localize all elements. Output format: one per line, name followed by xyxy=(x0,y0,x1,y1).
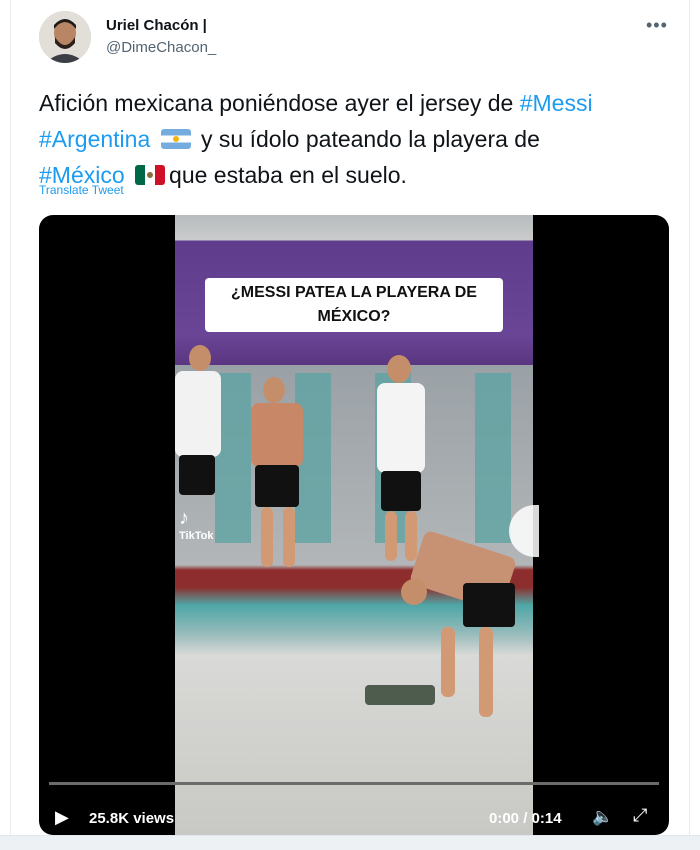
side-overlay-button xyxy=(509,505,539,557)
page-bottom-bar xyxy=(0,835,700,850)
avatar-image xyxy=(39,11,91,63)
video-progress-bar[interactable] xyxy=(49,782,659,785)
avatar[interactable] xyxy=(39,11,91,63)
tweet-card: Uriel Chacón | @DimeChacon_ ••• Afición … xyxy=(10,0,690,835)
hashtag-messi[interactable]: #Messi xyxy=(520,90,593,116)
video-overlay-caption: ¿MESSI PATEA LA PLAYERA DE MÉXICO? xyxy=(205,278,503,332)
author-name[interactable]: Uriel Chacón | xyxy=(106,17,207,34)
mexico-flag-icon xyxy=(135,165,166,185)
volume-icon[interactable]: 🔈 xyxy=(592,807,613,827)
translate-tweet-link[interactable]: Translate Tweet xyxy=(39,183,124,197)
fullscreen-icon[interactable]: ⤢ xyxy=(633,805,647,826)
tiktok-watermark: ♪ TikTok xyxy=(179,507,213,542)
play-icon[interactable]: ▶ xyxy=(55,807,69,828)
tiktok-label: TikTok xyxy=(179,530,214,542)
argentina-flag-icon xyxy=(160,129,191,149)
video-time: 0:00 / 0:14 xyxy=(489,810,562,827)
locker xyxy=(475,373,511,543)
tiktok-logo-icon: ♪ xyxy=(179,507,189,529)
tweet-text-segment: que estaba en el suelo. xyxy=(169,162,407,188)
hashtag-argentina[interactable]: #Argentina xyxy=(39,126,150,152)
views-count: 25.8K views xyxy=(89,810,175,827)
video-player[interactable]: ¿MESSI PATEA LA PLAYERA DE MÉXICO? ♪ Tik… xyxy=(39,215,669,835)
tweet-text-segment: Afición mexicana poniéndose ayer el jers… xyxy=(39,90,520,116)
video-frame: ¿MESSI PATEA LA PLAYERA DE MÉXICO? ♪ Tik… xyxy=(175,215,539,835)
author-handle[interactable]: @DimeChacon_ xyxy=(106,39,216,56)
tweet-text: Afición mexicana poniéndose ayer el jers… xyxy=(39,85,669,193)
more-horizontal-icon[interactable]: ••• xyxy=(646,15,668,36)
floor-jersey xyxy=(365,685,435,705)
tweet-text-segment: y su ídolo pateando la playera de xyxy=(194,126,540,152)
